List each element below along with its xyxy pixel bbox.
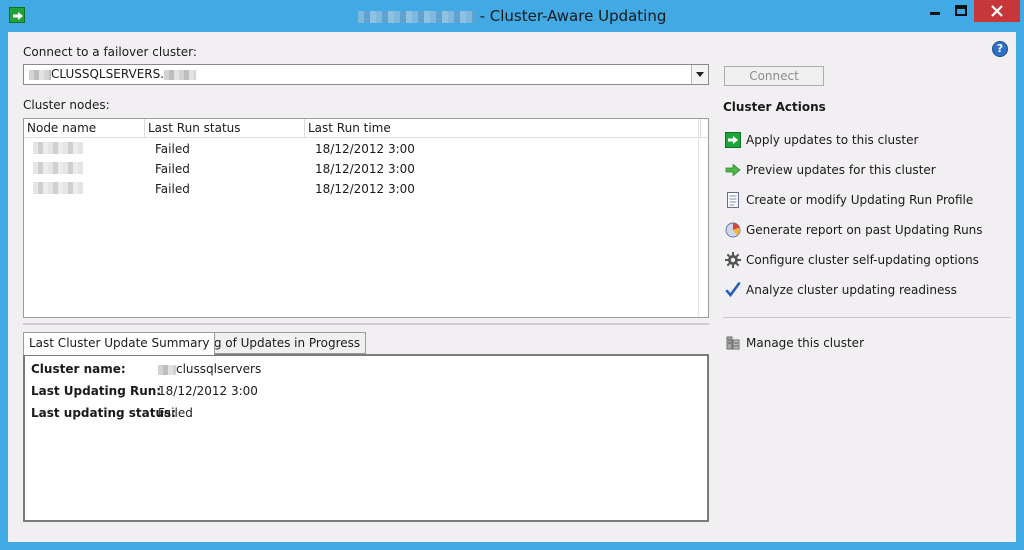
last-status-label: Last updating status: bbox=[31, 406, 176, 420]
column-node-name[interactable]: Node name bbox=[24, 119, 145, 138]
row-status: Failed bbox=[155, 162, 190, 176]
last-status-value: Failed bbox=[158, 406, 193, 420]
title-bar[interactable]: - Cluster-Aware Updating bbox=[0, 0, 1024, 32]
action-apply-updates[interactable]: Apply updates to this cluster bbox=[723, 130, 1013, 150]
cluster-combobox[interactable]: CLUSSQLSERVERS. bbox=[23, 64, 709, 85]
last-run-value: 18/12/2012 3:00 bbox=[158, 384, 258, 398]
client-area: Connect to a failover cluster: CLUSSQLSE… bbox=[8, 32, 1016, 542]
title-redacted bbox=[357, 10, 476, 23]
list-header: Node name Last Run status Last Run time bbox=[24, 119, 708, 138]
cluster-name-label: Cluster name: bbox=[31, 362, 126, 376]
action-create-profile[interactable]: Create or modify Updating Run Profile bbox=[723, 190, 1013, 210]
row-status: Failed bbox=[155, 182, 190, 196]
action-configure-self-updating[interactable]: Configure cluster self-updating options bbox=[723, 250, 1013, 270]
cluster-suffix-redacted bbox=[164, 69, 197, 80]
row-time: 18/12/2012 3:00 bbox=[315, 182, 415, 196]
action-generate-report[interactable]: Generate report on past Updating Runs bbox=[723, 220, 1013, 240]
cluster-nodes-label: Cluster nodes: bbox=[23, 98, 110, 112]
action-analyze-readiness[interactable]: Analyze cluster updating readiness bbox=[723, 280, 1013, 300]
window-title: - Cluster-Aware Updating bbox=[0, 0, 1024, 32]
row-time: 18/12/2012 3:00 bbox=[315, 142, 415, 156]
maximize-icon bbox=[955, 5, 967, 16]
preview-arrow-icon bbox=[725, 163, 741, 177]
column-last-run-status[interactable]: Last Run status bbox=[145, 119, 305, 138]
connect-button[interactable]: Connect bbox=[724, 66, 824, 86]
table-row[interactable]: Failed 18/12/2012 3:00 bbox=[24, 139, 698, 159]
table-row[interactable]: Failed 18/12/2012 3:00 bbox=[24, 179, 698, 199]
chevron-down-icon[interactable] bbox=[691, 65, 708, 84]
maximize-button[interactable] bbox=[948, 0, 974, 22]
cluster-actions-title: Cluster Actions bbox=[723, 100, 826, 114]
tab-last-cluster-update-summary[interactable]: Last Cluster Update Summary bbox=[23, 332, 216, 355]
connect-label: Connect to a failover cluster: bbox=[23, 45, 197, 59]
tab-log-of-updates[interactable]: Log of Updates in Progress bbox=[194, 332, 367, 354]
row-status: Failed bbox=[155, 142, 190, 156]
action-manage-cluster[interactable]: Manage this cluster bbox=[723, 333, 1013, 353]
actions-separator bbox=[723, 317, 1011, 318]
last-run-label: Last Updating Run: bbox=[31, 384, 162, 398]
summary-panel: Cluster name: clussqlservers Last Updati… bbox=[23, 354, 709, 522]
cluster-name-value: clussqlservers bbox=[158, 362, 261, 376]
close-button[interactable] bbox=[974, 0, 1020, 22]
help-icon[interactable]: ? bbox=[992, 41, 1008, 57]
cluster-nodes-list[interactable]: Node name Last Run status Last Run time … bbox=[23, 118, 709, 318]
minimize-icon bbox=[930, 12, 940, 15]
node-name-redacted bbox=[33, 182, 83, 194]
checkmark-icon bbox=[725, 282, 741, 298]
cluster-combobox-value: CLUSSQLSERVERS. bbox=[29, 67, 197, 81]
list-scrollbar[interactable] bbox=[698, 119, 708, 317]
close-icon bbox=[991, 5, 1003, 17]
apply-updates-icon bbox=[725, 132, 741, 148]
pane-splitter[interactable] bbox=[23, 323, 709, 325]
app-window: - Cluster-Aware Updating Connect to a fa… bbox=[0, 0, 1024, 550]
node-name-redacted bbox=[33, 162, 83, 174]
gear-icon bbox=[725, 252, 741, 268]
server-cluster-icon bbox=[726, 336, 740, 350]
row-time: 18/12/2012 3:00 bbox=[315, 162, 415, 176]
node-name-redacted bbox=[33, 142, 83, 154]
table-row[interactable]: Failed 18/12/2012 3:00 bbox=[24, 159, 698, 179]
minimize-button[interactable] bbox=[922, 0, 948, 22]
cluster-prefix-redacted bbox=[29, 69, 51, 80]
profile-notepad-icon bbox=[727, 192, 739, 208]
column-last-run-time[interactable]: Last Run time bbox=[305, 119, 701, 138]
action-preview-updates[interactable]: Preview updates for this cluster bbox=[723, 160, 1013, 180]
report-chart-icon bbox=[725, 222, 741, 238]
cluster-name-redacted bbox=[158, 364, 176, 375]
